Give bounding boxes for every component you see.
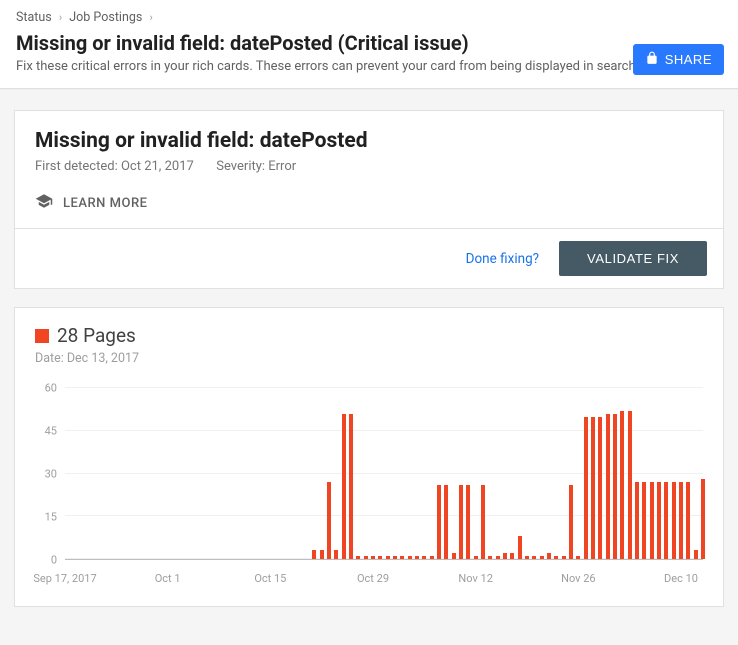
chart-bar[interactable] — [650, 482, 654, 559]
chart-bar[interactable] — [422, 556, 426, 559]
chart-bar[interactable] — [657, 482, 661, 559]
chart-bar[interactable] — [679, 482, 683, 559]
chart-bar[interactable] — [664, 482, 668, 559]
breadcrumb-item-status[interactable]: Status — [16, 10, 52, 25]
chart-bar[interactable] — [613, 414, 617, 559]
x-tick-label: Oct 29 — [357, 572, 389, 585]
page-subtitle: Fix these critical errors in your rich c… — [16, 59, 722, 74]
chart-bar[interactable] — [510, 553, 514, 559]
x-tick-label: Nov 26 — [561, 572, 595, 585]
chart-bar[interactable] — [628, 411, 632, 559]
chart-bar[interactable] — [540, 556, 544, 559]
issue-card: Missing or invalid field: datePosted Fir… — [14, 110, 724, 289]
y-tick-label: 30 — [45, 468, 57, 481]
chart-area: 015304560 Sep 17, 2017Oct 1Oct 15Oct 29N… — [35, 388, 703, 588]
chart-bar[interactable] — [312, 550, 316, 559]
chart-bar[interactable] — [408, 556, 412, 559]
chart-bar[interactable] — [430, 556, 434, 559]
chevron-right-icon: › — [149, 11, 152, 24]
grid-line — [65, 387, 703, 388]
chart-bar[interactable] — [320, 550, 324, 559]
chart-bar[interactable] — [496, 556, 500, 559]
chart-bar[interactable] — [444, 485, 448, 559]
breadcrumb-item-job-postings[interactable]: Job Postings — [69, 10, 142, 25]
chart-bar[interactable] — [686, 482, 690, 559]
chart-bar[interactable] — [503, 553, 507, 559]
chart-bar[interactable] — [400, 556, 404, 559]
x-axis: Sep 17, 2017Oct 1Oct 15Oct 29Nov 12Nov 2… — [65, 566, 703, 588]
validate-fix-button[interactable]: VALIDATE FIX — [559, 241, 707, 276]
share-button[interactable]: SHARE — [633, 44, 724, 75]
chart-bar[interactable] — [576, 556, 580, 559]
issue-card-footer: Done fixing? VALIDATE FIX — [15, 228, 723, 288]
chart-bar[interactable] — [378, 556, 382, 559]
chart-bar[interactable] — [606, 414, 610, 559]
breadcrumb: Status › Job Postings › — [16, 10, 722, 25]
chart-bar[interactable] — [591, 417, 595, 560]
chart-bar[interactable] — [694, 550, 698, 559]
x-tick-label: Dec 10 — [664, 572, 698, 585]
chart-bar[interactable] — [415, 556, 419, 559]
chart-bar[interactable] — [701, 479, 705, 559]
chart-bar[interactable] — [452, 553, 456, 559]
chart-bar[interactable] — [327, 482, 331, 559]
share-label: SHARE — [665, 52, 712, 67]
chart-bar[interactable] — [386, 556, 390, 559]
y-tick-label: 45 — [45, 425, 57, 438]
legend-swatch — [35, 329, 49, 343]
chart-bar[interactable] — [525, 556, 529, 559]
learn-more-link[interactable]: LEARN MORE — [35, 192, 147, 214]
done-fixing-link[interactable]: Done fixing? — [466, 251, 539, 267]
chart-bar[interactable] — [474, 556, 478, 559]
y-tick-label: 15 — [45, 511, 57, 524]
page-header: Status › Job Postings › Missing or inval… — [0, 0, 738, 89]
chart-bar[interactable] — [532, 556, 536, 559]
chart-header: 28 Pages — [35, 324, 703, 347]
chart-bar[interactable] — [635, 482, 639, 559]
chart-bar[interactable] — [569, 485, 573, 559]
chart-card: 28 Pages Date: Dec 13, 2017 0 15 30 45 60 Se… — [14, 307, 724, 607]
chart-bar[interactable] — [481, 485, 485, 559]
chevron-right-icon: › — [59, 11, 62, 24]
chart-date-label: Date: Dec 13, 2017 — [35, 351, 703, 366]
chart-plot[interactable] — [65, 388, 703, 560]
chart-bar[interactable] — [371, 556, 375, 559]
x-tick-label: Oct 15 — [254, 572, 286, 585]
chart-bar[interactable] — [518, 536, 522, 559]
page-title: Missing or invalid field: datePosted (Cr… — [16, 31, 722, 55]
chart-bar[interactable] — [620, 411, 624, 559]
y-tick-label: 60 — [45, 382, 57, 395]
lock-icon — [645, 51, 659, 68]
severity: Severity: Error — [216, 159, 296, 174]
chart-bar[interactable] — [547, 553, 551, 559]
chart-bar[interactable] — [598, 417, 602, 560]
chart-bar[interactable] — [642, 482, 646, 559]
chart-bar[interactable] — [437, 485, 441, 559]
x-tick-label: Sep 17, 2017 — [33, 572, 96, 585]
chart-bar[interactable] — [349, 414, 353, 559]
y-axis: 015304560 — [35, 388, 61, 560]
chart-bar[interactable] — [554, 556, 558, 559]
chart-bar[interactable] — [584, 417, 588, 560]
x-tick-label: Oct 1 — [155, 572, 181, 585]
chart-bar[interactable] — [562, 556, 566, 559]
learn-more-label: LEARN MORE — [63, 196, 147, 211]
chart-bar[interactable] — [459, 485, 463, 559]
chart-bar[interactable] — [488, 556, 492, 559]
chart-bar[interactable] — [466, 485, 470, 559]
chart-bar[interactable] — [672, 482, 676, 559]
graduation-cap-icon — [35, 192, 53, 214]
chart-title: 28 Pages — [57, 324, 136, 347]
chart-bar[interactable] — [334, 550, 338, 559]
chart-bar[interactable] — [364, 556, 368, 559]
chart-bar[interactable] — [393, 556, 397, 559]
first-detected: First detected: Oct 21, 2017 — [35, 159, 194, 174]
chart-bar[interactable] — [342, 414, 346, 559]
y-tick-label: 0 — [51, 554, 57, 567]
x-tick-label: Nov 12 — [458, 572, 492, 585]
issue-meta: First detected: Oct 21, 2017 Severity: E… — [35, 159, 703, 174]
issue-title: Missing or invalid field: datePosted — [35, 129, 703, 153]
content-area: Missing or invalid field: datePosted Fir… — [0, 89, 738, 645]
chart-bar[interactable] — [356, 556, 360, 559]
